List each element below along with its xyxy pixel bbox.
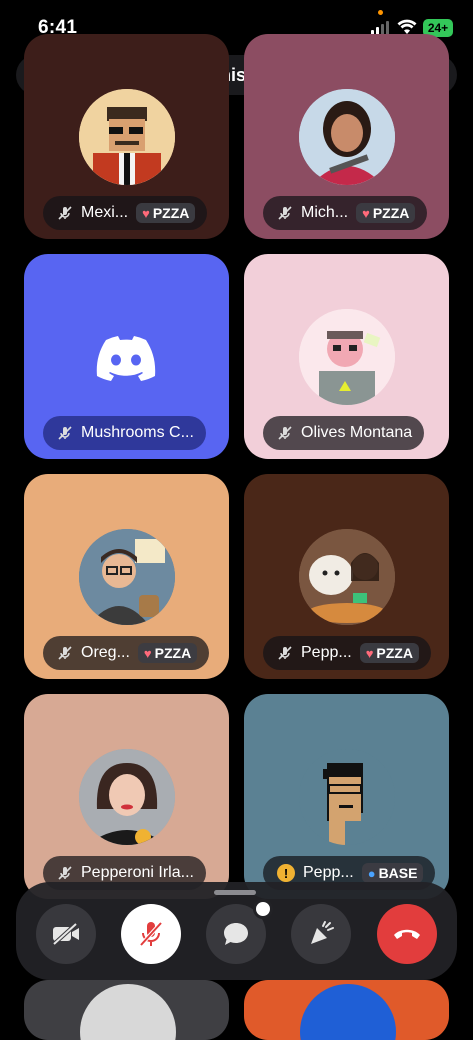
participant-name: Mushrooms C... xyxy=(81,424,194,441)
heart-icon: ♥ xyxy=(365,645,374,661)
avatar xyxy=(299,529,395,625)
participant-tile[interactable]: Mexi... ♥ PZZA xyxy=(24,34,229,239)
camera-toggle-button[interactable] xyxy=(36,904,96,964)
participant-name: Pepp... xyxy=(301,644,352,661)
participant-label: Olives Montana xyxy=(263,416,425,450)
participant-tile[interactable]: Pepp... ♥ PZZA xyxy=(244,474,449,679)
participant-tile[interactable] xyxy=(24,980,229,1040)
flame-icon: ● xyxy=(367,865,376,881)
participant-tile[interactable]: Oreg... ♥ PZZA xyxy=(24,474,229,679)
mic-off-icon xyxy=(58,426,72,440)
avatar xyxy=(79,529,175,625)
chat-bubble-icon xyxy=(224,923,248,945)
avatar xyxy=(299,749,395,845)
participant-name: Oreg... xyxy=(81,644,130,661)
privacy-indicator xyxy=(378,10,383,15)
mic-off-icon xyxy=(278,426,292,440)
mic-off-icon xyxy=(139,921,163,947)
avatar xyxy=(79,749,175,845)
server-tag-badge: ♥ PZZA xyxy=(136,203,196,223)
mic-off-icon xyxy=(278,206,292,220)
discord-logo-icon xyxy=(96,336,156,381)
mic-off-icon xyxy=(278,646,292,660)
soundboard-icon xyxy=(311,921,334,944)
avatar xyxy=(79,89,175,185)
participant-label: Mich... ♥ PZZA xyxy=(263,196,428,230)
unread-indicator xyxy=(253,899,273,919)
participant-tile[interactable]: ! Pepp... ● BASE xyxy=(244,694,449,899)
camera-off-icon xyxy=(52,922,79,946)
participant-tile[interactable]: Pepperoni Irla... xyxy=(24,694,229,899)
wifi-icon xyxy=(397,19,417,34)
mic-off-icon xyxy=(58,206,72,220)
warning-icon: ! xyxy=(277,864,295,882)
hang-up-icon xyxy=(394,929,420,939)
participant-label: Pepp... ♥ PZZA xyxy=(263,636,431,670)
participant-tile[interactable]: Mushrooms C... xyxy=(24,254,229,459)
cellular-signal-icon xyxy=(371,21,389,35)
heart-icon: ♥ xyxy=(362,205,370,221)
heart-icon: ♥ xyxy=(142,205,150,221)
server-tag-badge: ♥ PZZA xyxy=(356,203,416,223)
avatar xyxy=(299,309,395,405)
participant-name: Olives Montana xyxy=(301,424,413,441)
participant-label: Oreg... ♥ PZZA xyxy=(43,636,210,670)
server-tag-badge: ● BASE xyxy=(361,863,424,883)
avatar xyxy=(80,984,176,1040)
leave-call-button[interactable] xyxy=(377,904,437,964)
participant-name: Pepp... xyxy=(303,864,354,881)
mic-off-icon xyxy=(58,646,72,660)
participant-name: Pepperoni Irla... xyxy=(81,864,194,881)
drag-handle[interactable] xyxy=(214,890,256,895)
participant-label: Mushrooms C... xyxy=(43,416,206,450)
avatar xyxy=(299,89,395,185)
mute-toggle-button[interactable] xyxy=(121,904,181,964)
participant-tile[interactable] xyxy=(244,980,449,1040)
participant-label: Mexi... ♥ PZZA xyxy=(43,196,208,230)
participant-tile[interactable]: Mich... ♥ PZZA xyxy=(244,34,449,239)
participant-name: Mich... xyxy=(301,204,349,221)
server-tag-badge: ♥ PZZA xyxy=(359,643,419,663)
soundboard-button[interactable] xyxy=(291,904,351,964)
mic-off-icon xyxy=(58,866,72,880)
server-tag-badge: ♥ PZZA xyxy=(137,643,198,663)
heart-icon: ♥ xyxy=(143,645,152,661)
participant-name: Mexi... xyxy=(81,204,129,221)
avatar xyxy=(300,984,396,1040)
participant-tile[interactable]: Olives Montana xyxy=(244,254,449,459)
